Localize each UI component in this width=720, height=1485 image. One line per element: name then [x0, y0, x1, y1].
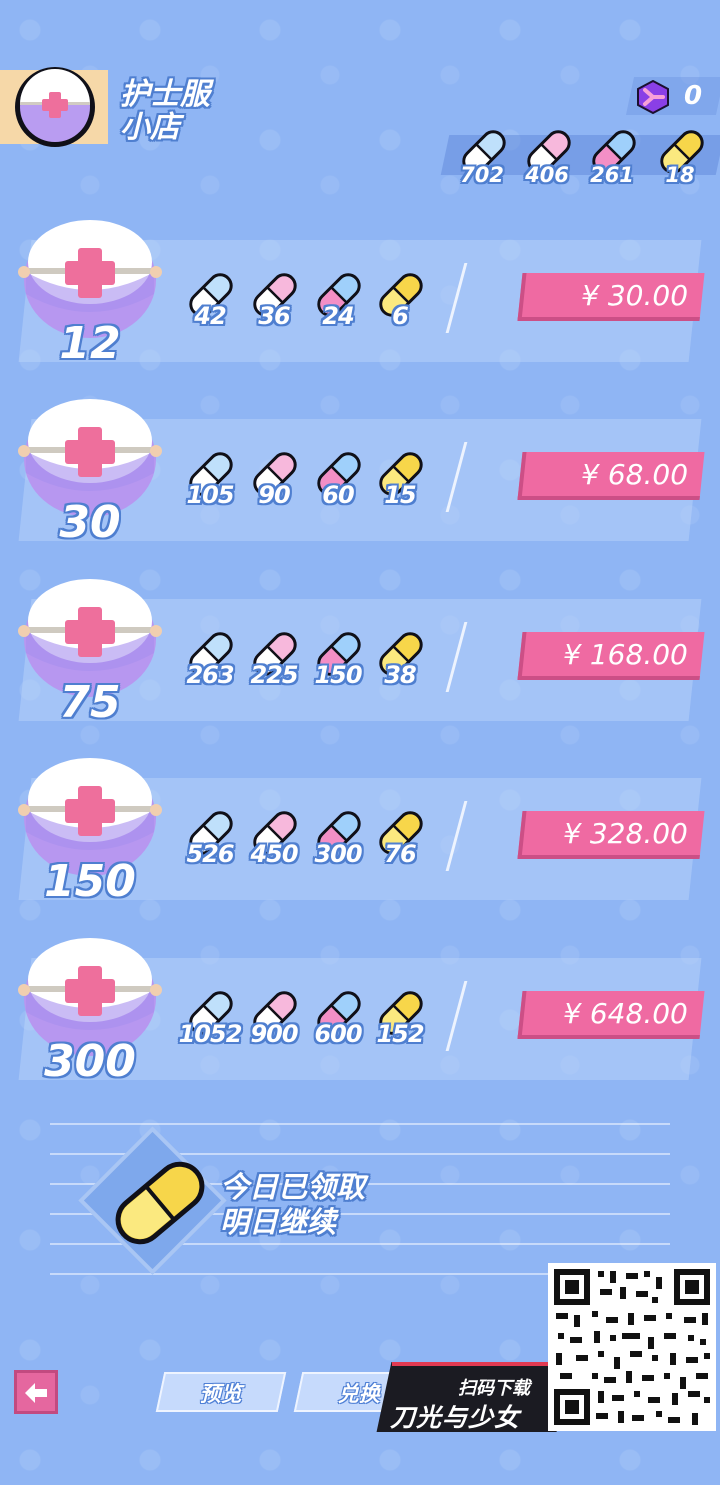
pill-count: 526 [186, 840, 234, 868]
currency-display: 0 [625, 77, 720, 115]
price-button[interactable]: ¥ 68.00 [517, 452, 705, 500]
pill-blue: 263 [178, 627, 242, 702]
price-button[interactable]: ¥ 648.00 [517, 991, 705, 1039]
nurse-hat-icon [12, 64, 98, 150]
total-pinkblue-count: 261 [590, 163, 634, 187]
price-label: ¥ 168.00 [563, 638, 689, 671]
pill-blue: 526 [178, 806, 242, 881]
total-blue: 702 [451, 125, 513, 195]
pill-pink: 225 [242, 627, 306, 702]
pill-blue: 1052 [178, 986, 242, 1061]
pill-pinkblue: 300 [306, 806, 370, 881]
pill-gold: 6 [368, 268, 432, 343]
pill-count: 225 [250, 661, 298, 689]
pill-count: 90 [258, 481, 290, 509]
total-gold: 18 [649, 125, 711, 195]
pill-pinkblue: 24 [306, 268, 370, 343]
promo-banner[interactable]: 扫码下载 刀光与少女 [372, 1362, 572, 1432]
pill-count: 15 [384, 481, 416, 509]
back-arrow-icon [25, 1383, 47, 1403]
pill-count: 42 [194, 302, 226, 330]
pill-count: 76 [384, 840, 416, 868]
total-pinkblue: 261 [581, 125, 643, 195]
pill-pinkblue: 600 [306, 986, 370, 1061]
pill-blue: 42 [178, 268, 242, 343]
promo-scan-label: 扫码下载 [458, 1378, 530, 1399]
pill-count: 900 [250, 1020, 298, 1048]
price-button[interactable]: ¥ 30.00 [517, 273, 705, 321]
price-label: ¥ 68.00 [581, 458, 689, 491]
package-quantity: 30 [59, 497, 121, 548]
price-label: ¥ 648.00 [563, 997, 689, 1030]
pill-pink: 900 [242, 986, 306, 1061]
pill-pink: 90 [242, 447, 306, 522]
package-row: 12 42 36 24 6 ¥ 30.00 [0, 208, 720, 378]
pill-count: 6 [392, 302, 409, 330]
price-label: ¥ 30.00 [581, 279, 689, 312]
total-blue-count: 702 [460, 163, 504, 187]
currency-count: 0 [684, 81, 703, 111]
preview-label: 预览 [199, 1382, 242, 1406]
package-pills: 263 225 150 38 [178, 627, 438, 707]
preview-button[interactable]: 预览 [155, 1372, 287, 1412]
pill-pink: 450 [242, 806, 306, 881]
package-pills: 105 90 60 15 [178, 447, 438, 527]
pill-count: 450 [250, 840, 298, 868]
pill-blue: 105 [178, 447, 242, 522]
package-pills: 526 450 300 76 [178, 806, 438, 886]
currency-gem-icon [636, 79, 670, 115]
pill-count: 105 [186, 481, 234, 509]
pill-count: 36 [258, 302, 290, 330]
package-quantity: 300 [44, 1036, 136, 1087]
pill-count: 263 [186, 661, 234, 689]
pill-totals: 702 406 261 18 [440, 125, 720, 195]
daily-status-line1: 今日已领取 [220, 1170, 366, 1204]
daily-reward-status: 今日已领取 明日继续 [220, 1170, 365, 1240]
total-gold-count: 18 [665, 163, 695, 187]
shop-title: 护士服 小店 [120, 78, 260, 144]
package-quantity: 12 [59, 318, 121, 369]
pill-gold: 76 [368, 806, 432, 881]
price-button[interactable]: ¥ 328.00 [517, 811, 705, 859]
pill-gold: 152 [368, 986, 432, 1061]
package-pills: 1052 900 600 152 [178, 986, 438, 1066]
pill-count: 1052 [178, 1020, 243, 1048]
total-pink-count: 406 [525, 163, 569, 187]
package-row: 150 526 450 300 76 ¥ 328.00 [0, 746, 720, 916]
total-pink: 406 [516, 125, 578, 195]
package-quantity: 75 [59, 677, 121, 728]
package-quantity: 150 [44, 856, 136, 907]
back-button[interactable] [14, 1370, 58, 1414]
package-row: 30 105 90 60 15 ¥ 68.00 [0, 387, 720, 557]
price-label: ¥ 328.00 [563, 817, 689, 850]
qr-code [548, 1263, 716, 1431]
package-row: 300 1052 900 600 152 ¥ 648.00 [0, 926, 720, 1096]
pill-gold: 38 [368, 627, 432, 702]
pill-count: 38 [384, 661, 416, 689]
pill-gold: 15 [368, 447, 432, 522]
capsule-icon [115, 1161, 205, 1245]
pill-pink: 36 [242, 268, 306, 343]
package-pills: 42 36 24 6 [178, 268, 438, 348]
pill-count: 152 [376, 1020, 424, 1048]
promo-game-name: 刀光与少女 [390, 1403, 521, 1432]
shop-title-line1: 护士服 [120, 77, 210, 112]
pill-pinkblue: 60 [306, 447, 370, 522]
pill-pinkblue: 150 [306, 627, 370, 702]
shop-title-line2: 小店 [120, 110, 180, 145]
price-button[interactable]: ¥ 168.00 [517, 632, 705, 680]
package-row: 75 263 225 150 38 ¥ 168.00 [0, 567, 720, 737]
daily-status-line2: 明日继续 [220, 1205, 337, 1239]
